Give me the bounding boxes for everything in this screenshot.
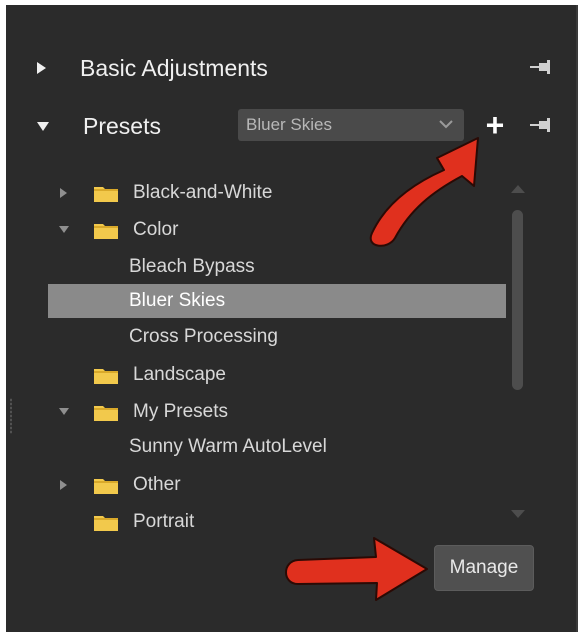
folder-icon bbox=[94, 406, 118, 421]
folder-icon bbox=[94, 187, 118, 202]
tree-preset-bleach-bypass[interactable]: Bleach Bypass bbox=[48, 250, 506, 284]
tree-row-label: Bleach Bypass bbox=[129, 256, 255, 277]
tree-folder-black-and-white[interactable]: Black-and-White bbox=[48, 176, 506, 210]
expand-triangle-icon[interactable] bbox=[37, 62, 46, 74]
collapse-triangle-icon[interactable] bbox=[37, 121, 49, 131]
scroll-down-arrow-icon[interactable] bbox=[511, 510, 525, 518]
folder-icon bbox=[94, 224, 118, 239]
tree-folder-color[interactable]: Color bbox=[48, 213, 506, 247]
panel-divider bbox=[576, 5, 578, 632]
scroll-up-arrow-icon[interactable] bbox=[511, 185, 525, 193]
folder-icon bbox=[94, 369, 118, 384]
tree-folder-other[interactable]: Other bbox=[48, 468, 506, 502]
tree-row-label: Landscape bbox=[133, 364, 226, 385]
pin-icon[interactable] bbox=[530, 118, 552, 132]
chevron-right-icon[interactable] bbox=[60, 480, 67, 490]
tree-row-label: Sunny Warm AutoLevel bbox=[129, 436, 327, 457]
tree-preset-sunny-warm-autolevel[interactable]: Sunny Warm AutoLevel bbox=[48, 430, 506, 464]
section-basic-adjustments[interactable]: Basic Adjustments bbox=[30, 48, 570, 88]
manage-button[interactable]: Manage bbox=[434, 545, 534, 591]
tree-row-label: Bluer Skies bbox=[129, 290, 226, 311]
tree-row-label: Portrait bbox=[133, 511, 195, 532]
section-title: Presets bbox=[83, 112, 161, 139]
section-title: Basic Adjustments bbox=[80, 54, 268, 81]
add-preset-button[interactable]: + bbox=[481, 109, 509, 141]
tree-folder-portrait[interactable]: Portrait bbox=[48, 505, 506, 539]
chevron-down-icon[interactable] bbox=[59, 408, 69, 415]
preset-select[interactable]: Bluer Skies bbox=[238, 109, 464, 141]
tree-row-label: Cross Processing bbox=[129, 326, 278, 347]
scrollbar-thumb[interactable] bbox=[512, 210, 523, 390]
tree-preset-cross-processing[interactable]: Cross Processing bbox=[48, 320, 506, 354]
tree-preset-bluer-skies[interactable]: Bluer Skies bbox=[48, 284, 506, 318]
tree-row-label: Color bbox=[133, 219, 179, 240]
chevron-right-icon[interactable] bbox=[60, 188, 67, 198]
chevron-down-icon[interactable] bbox=[59, 226, 69, 233]
resize-grip-icon[interactable] bbox=[10, 398, 12, 434]
folder-icon bbox=[94, 479, 118, 494]
tree-folder-my-presets[interactable]: My Presets bbox=[48, 395, 506, 429]
tree-row-label: My Presets bbox=[133, 401, 229, 422]
folder-icon bbox=[94, 516, 118, 531]
dropdown-chevron-icon bbox=[439, 120, 453, 129]
tree-row-label: Other bbox=[133, 474, 181, 495]
preset-select-value: Bluer Skies bbox=[246, 115, 332, 134]
pin-icon[interactable] bbox=[530, 60, 552, 74]
tree-row-label: Black-and-White bbox=[133, 182, 273, 203]
tree-folder-landscape[interactable]: Landscape bbox=[48, 358, 506, 392]
